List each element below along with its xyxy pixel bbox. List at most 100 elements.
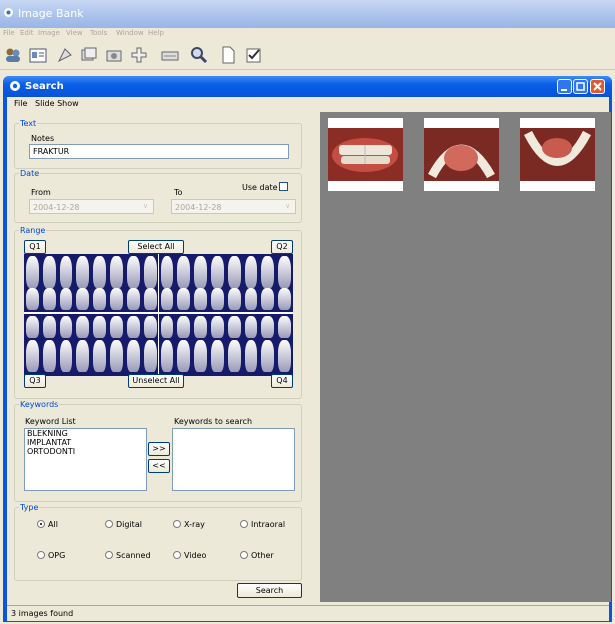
tooth[interactable] [126, 340, 140, 372]
window-menu-file[interactable]: File [14, 99, 27, 108]
tooth[interactable] [278, 316, 291, 338]
tooth[interactable] [76, 340, 90, 372]
menu-view[interactable]: View [66, 29, 83, 37]
tooth[interactable] [76, 256, 90, 288]
tooth[interactable] [26, 288, 39, 310]
tooth[interactable] [126, 316, 140, 338]
tooth[interactable] [261, 316, 275, 338]
menu-file[interactable]: File [3, 29, 15, 37]
select-all-button[interactable]: Select All [128, 240, 184, 254]
tooth[interactable] [143, 340, 157, 372]
checklist-icon[interactable] [245, 46, 263, 64]
tooth-tool-icon[interactable] [56, 46, 74, 64]
to-date-picker[interactable]: 2004-12-28 ∨ [171, 199, 296, 214]
tooth[interactable] [194, 340, 207, 372]
close-button[interactable] [590, 79, 605, 94]
type-xray-radio[interactable] [173, 520, 181, 528]
tooth[interactable] [227, 340, 241, 372]
unselect-all-button[interactable]: Unselect All [128, 374, 184, 388]
tooth[interactable] [227, 288, 241, 310]
tooth[interactable] [93, 256, 107, 288]
type-scanned-radio[interactable] [105, 551, 113, 559]
result-thumbnail[interactable] [328, 118, 403, 191]
type-intraoral-radio[interactable] [240, 520, 248, 528]
tooth[interactable] [278, 256, 291, 288]
tooth[interactable] [26, 340, 39, 372]
type-digital-radio[interactable] [105, 520, 113, 528]
tooth[interactable] [110, 256, 123, 288]
type-other-radio[interactable] [240, 551, 248, 559]
tooth[interactable] [278, 288, 291, 310]
dental-chart[interactable] [24, 254, 293, 376]
tooth[interactable] [278, 340, 291, 372]
scanner-icon[interactable] [161, 46, 179, 64]
add-icon[interactable] [130, 46, 148, 64]
tooth[interactable] [143, 316, 157, 338]
type-opg-radio[interactable] [37, 551, 45, 559]
type-all-radio[interactable] [37, 520, 45, 528]
list-item[interactable]: BLEKNING [25, 429, 146, 438]
tooth[interactable] [227, 316, 241, 338]
remove-keyword-button[interactable]: << [148, 459, 170, 473]
tooth[interactable] [110, 340, 123, 372]
tooth[interactable] [143, 288, 157, 310]
tooth[interactable] [194, 256, 207, 288]
search-button[interactable]: Search [237, 583, 302, 598]
tooth[interactable] [42, 340, 56, 372]
maximize-button[interactable] [573, 79, 588, 94]
q4-button[interactable]: Q4 [271, 374, 293, 388]
tooth[interactable] [194, 316, 207, 338]
tooth[interactable] [210, 256, 224, 288]
tooth[interactable] [59, 288, 73, 310]
tooth[interactable] [42, 256, 56, 288]
search-icon[interactable] [190, 46, 208, 64]
keywords-to-search-list[interactable] [172, 428, 295, 491]
q1-button[interactable]: Q1 [24, 240, 46, 254]
tooth[interactable] [76, 316, 90, 338]
tooth[interactable] [110, 288, 123, 310]
add-keyword-button[interactable]: >> [148, 442, 170, 456]
menu-help[interactable]: Help [148, 29, 164, 37]
tooth[interactable] [110, 316, 123, 338]
tooth[interactable] [244, 340, 258, 372]
document-icon[interactable] [219, 46, 237, 64]
list-item[interactable]: ORTODONTI [25, 447, 146, 456]
patients-icon[interactable] [4, 46, 22, 64]
menu-window[interactable]: Window [116, 29, 144, 37]
menu-tools[interactable]: Tools [90, 29, 107, 37]
from-date-picker[interactable]: 2004-12-28 ∨ [29, 199, 154, 214]
tooth[interactable] [210, 340, 224, 372]
tooth[interactable] [42, 316, 56, 338]
tooth[interactable] [261, 288, 275, 310]
q3-button[interactable]: Q3 [24, 374, 46, 388]
tooth[interactable] [59, 316, 73, 338]
result-thumbnail[interactable] [424, 118, 499, 191]
keyword-list[interactable]: BLEKNING IMPLANTAT ORTODONTI [24, 428, 147, 491]
tooth[interactable] [160, 256, 174, 288]
tooth[interactable] [194, 288, 207, 310]
tooth[interactable] [177, 288, 191, 310]
minimize-button[interactable] [557, 79, 572, 94]
tooth[interactable] [227, 256, 241, 288]
tooth[interactable] [160, 316, 174, 338]
menu-edit[interactable]: Edit [20, 29, 34, 37]
images-icon[interactable] [80, 46, 98, 64]
tooth[interactable] [261, 256, 275, 288]
tooth[interactable] [93, 316, 107, 338]
tooth[interactable] [126, 288, 140, 310]
tooth[interactable] [210, 316, 224, 338]
tooth[interactable] [244, 316, 258, 338]
tooth[interactable] [26, 256, 39, 288]
tooth[interactable] [177, 316, 191, 338]
tooth[interactable] [93, 340, 107, 372]
tooth[interactable] [177, 256, 191, 288]
tooth[interactable] [126, 256, 140, 288]
card-icon[interactable] [29, 46, 47, 64]
tooth[interactable] [59, 340, 73, 372]
tooth[interactable] [244, 256, 258, 288]
q2-button[interactable]: Q2 [271, 240, 293, 254]
tooth[interactable] [160, 340, 174, 372]
tooth[interactable] [42, 288, 56, 310]
tooth[interactable] [210, 288, 224, 310]
type-video-radio[interactable] [173, 551, 181, 559]
